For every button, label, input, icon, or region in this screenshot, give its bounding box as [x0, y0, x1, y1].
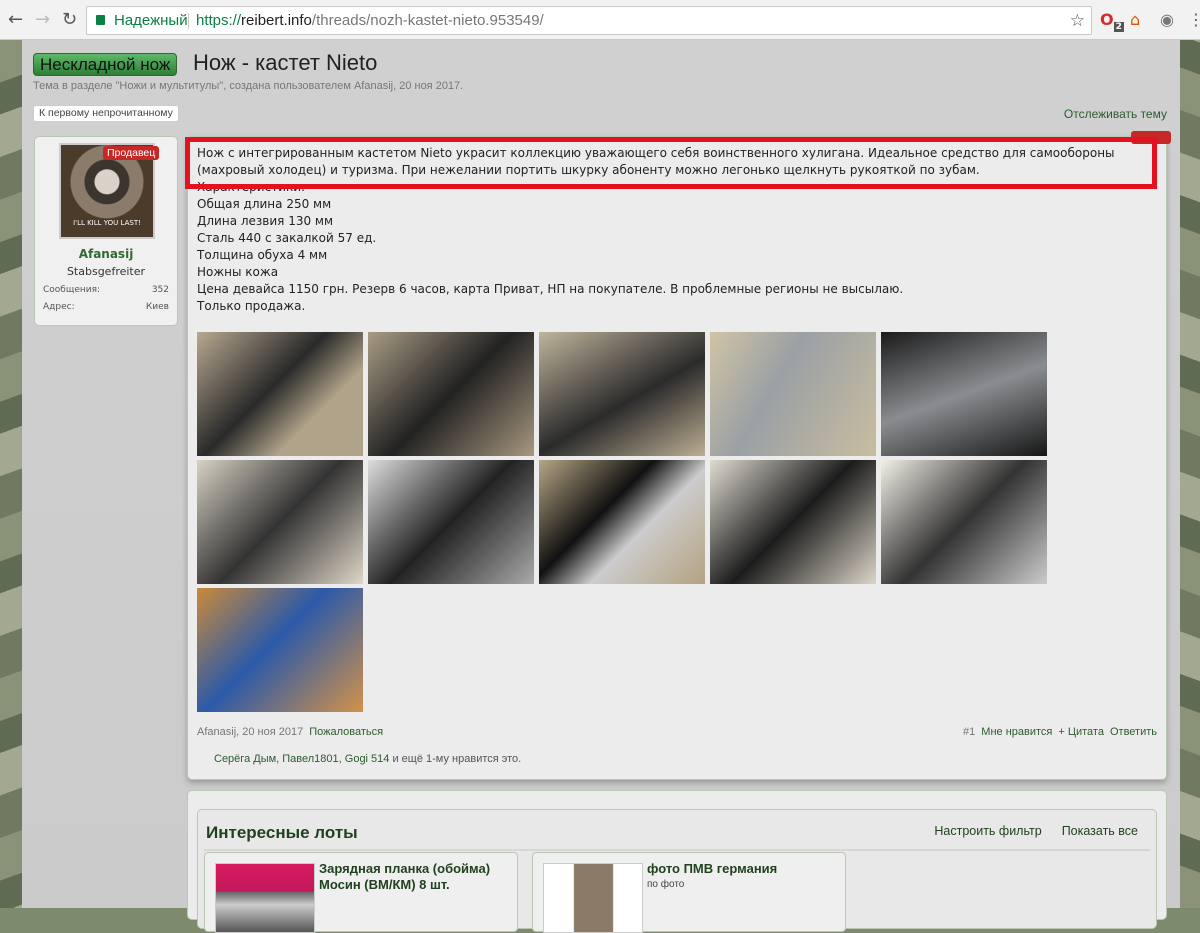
secure-label: Надежный [114, 12, 188, 29]
lot-card[interactable]: фото ПМВ германия по фото [532, 852, 846, 933]
lot-card[interactable]: Зарядная планка (обойма) Мосин (ВМ/КМ) 8… [204, 852, 518, 933]
username[interactable]: Afanasij [35, 247, 177, 261]
back-icon[interactable]: ← [8, 9, 23, 30]
post-photo[interactable] [539, 460, 705, 584]
home-extension-icon[interactable]: ⌂ [1130, 10, 1140, 29]
forward-icon[interactable]: → [35, 9, 50, 30]
lot-thumbnail [543, 863, 643, 933]
post-photo[interactable] [197, 460, 363, 584]
post-photo[interactable] [368, 332, 534, 456]
lock-icon [96, 15, 105, 25]
lot-thumbnail [215, 863, 315, 933]
post-photo[interactable] [710, 460, 876, 584]
background-camo-left [0, 40, 22, 908]
watch-thread-link[interactable]: Отслеживать тему [1064, 107, 1167, 121]
browser-toolbar: ← → ↻ Надежный https://reibert.info/thre… [0, 0, 1200, 40]
post-meta: Afanasij, 20 ноя 2017 Пожаловаться [197, 726, 384, 738]
filter-link[interactable]: Настроить фильтр [934, 824, 1041, 838]
user-card: I'LL KILL YOU LAST! Продавец Afanasij St… [34, 136, 178, 326]
seller-badge: Продавец [103, 146, 160, 160]
bookmark-star-icon[interactable]: ☆ [1070, 7, 1085, 34]
post-photo[interactable] [881, 332, 1047, 456]
thread-prefix[interactable]: Нескладной нож [33, 53, 178, 76]
sync-extension-icon[interactable]: ◉ [1160, 10, 1174, 29]
reply-link[interactable]: Ответить [1110, 726, 1157, 738]
photo-gallery [197, 332, 1047, 712]
post-actions: #1 Мне нравится + Цитата Ответить [963, 726, 1157, 738]
address-bar[interactable]: Надежный https://reibert.info/threads/no… [86, 6, 1092, 35]
url-text[interactable]: https://reibert.info/threads/nozh-kastet… [196, 7, 544, 34]
likes-summary: Серёга Дым, Павел1801, Gogi 514 и ещё 1-… [214, 753, 522, 765]
reload-icon[interactable]: ↻ [62, 9, 77, 30]
post-photo[interactable] [881, 460, 1047, 584]
interesting-lots: Интересные лоты Настроить фильтр Показать… [187, 790, 1167, 933]
background-camo-right [1180, 40, 1200, 908]
post-photo[interactable] [368, 460, 534, 584]
opera-extension-icon[interactable]: O2 [1100, 10, 1124, 33]
menu-icon[interactable]: ⋮ [1188, 10, 1200, 29]
post-photo[interactable] [197, 332, 363, 456]
quote-link[interactable]: + Цитата [1058, 726, 1104, 738]
user-stat-address: Адрес: Киев [43, 302, 169, 312]
post: Нож с интегрированным кастетом Nieto укр… [187, 136, 1167, 780]
post-photo[interactable] [539, 332, 705, 456]
report-link[interactable]: Пожаловаться [309, 726, 383, 738]
post-photo[interactable] [197, 588, 363, 712]
like-link[interactable]: Мне нравится [981, 726, 1052, 738]
user-rank: Stabsgefreiter [66, 265, 146, 278]
first-unread-button[interactable]: К первому непрочитанному [33, 105, 179, 122]
highlight-box [185, 137, 1157, 189]
thread-description: Тема в разделе "Ножи и мультитулы", созд… [33, 80, 464, 92]
post-photo[interactable] [710, 332, 876, 456]
user-stat-messages: Сообщения: 352 [43, 285, 169, 295]
page-title: Нож - кастет Nieto [193, 50, 378, 75]
show-all-link[interactable]: Показать все [1062, 824, 1138, 838]
lots-title: Интересные лоты [206, 823, 358, 842]
